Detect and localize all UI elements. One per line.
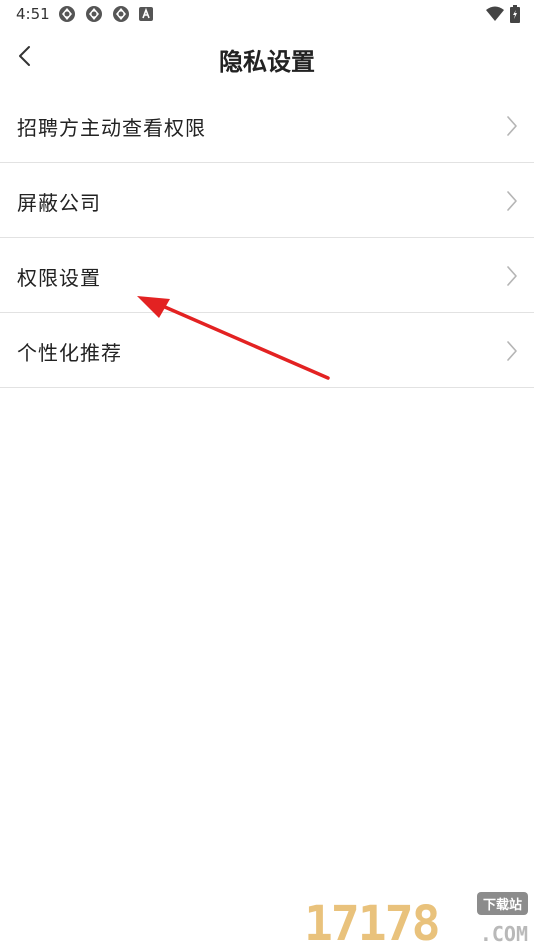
watermark-suffix: .COM xyxy=(479,922,528,946)
watermark-tag: 下载站 xyxy=(476,892,528,915)
watermark-digits: 17178 xyxy=(304,896,440,952)
watermark-logo: 17178 下载站 .COM xyxy=(304,890,530,948)
annotation-arrow xyxy=(137,296,330,380)
